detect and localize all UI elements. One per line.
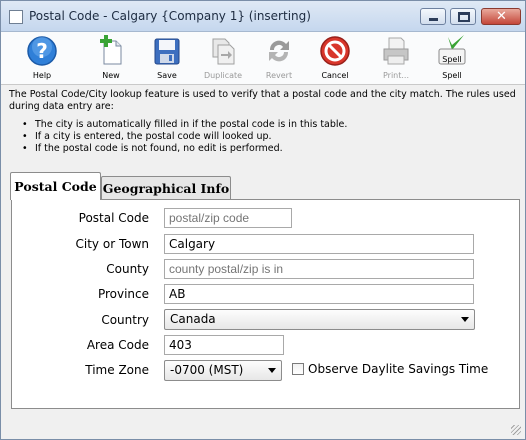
postal-code-panel: Postal Code City or Town Calgary County … [11, 199, 520, 409]
printer-icon [383, 37, 409, 65]
list-item: The city is automatically filled in if t… [9, 119, 521, 131]
tab-postal-code[interactable]: Postal Code [10, 172, 101, 200]
revert-button[interactable]: Revert [249, 35, 309, 83]
save-button[interactable]: Save [137, 35, 197, 83]
resize-grip-icon[interactable] [511, 425, 521, 435]
postal-code-input[interactable] [164, 208, 292, 228]
tab-strip: Postal Code Geographical Info [10, 172, 520, 200]
chevron-down-icon [461, 317, 469, 322]
list-item: If a city is entered, the postal code wi… [9, 131, 521, 143]
minimize-button[interactable] [420, 8, 446, 25]
country-select[interactable]: Canada [164, 309, 475, 330]
info-text: The Postal Code/City lookup feature is u… [9, 89, 521, 155]
duplicate-icon [212, 38, 235, 65]
area-code-label: Area Code [86, 338, 149, 352]
print-button[interactable]: Print... [366, 35, 426, 83]
window-icon [9, 10, 23, 24]
minimize-icon [429, 18, 438, 21]
maximize-icon [458, 12, 470, 22]
revert-label: Revert [265, 71, 293, 80]
help-label: Help [32, 71, 52, 80]
duplicate-label: Duplicate [203, 71, 243, 80]
help-button[interactable]: ? Help [12, 35, 72, 83]
postal-code-window: Postal Code - Calgary {Company 1} (inser… [0, 0, 526, 440]
county-input[interactable] [164, 259, 474, 279]
chevron-down-icon [268, 368, 276, 373]
city-input[interactable]: Calgary [164, 234, 474, 254]
tab-geographical-info[interactable]: Geographical Info [101, 176, 231, 199]
help-icon: ? [27, 36, 57, 66]
info-paragraph: The Postal Code/City lookup feature is u… [9, 89, 516, 112]
new-label: New [102, 71, 120, 80]
maximize-button[interactable] [450, 8, 476, 25]
close-icon: ✕ [496, 9, 507, 24]
cancel-label: Cancel [321, 71, 349, 80]
save-label: Save [157, 71, 177, 80]
title-bar[interactable]: Postal Code - Calgary {Company 1} (inser… [1, 1, 525, 32]
cancel-button[interactable]: Cancel [305, 35, 365, 83]
spell-label: Spell [442, 71, 462, 80]
country-value: Canada [170, 312, 216, 326]
province-input[interactable]: AB [164, 284, 474, 304]
toolbar: ? Help New Save Duplicate Revert Cancel … [1, 32, 525, 85]
time-zone-value: -0700 (MST) [170, 363, 244, 377]
spell-badge-text: Spell [442, 55, 462, 64]
new-document-icon [100, 35, 122, 65]
print-label: Print... [382, 71, 410, 80]
area-code-input[interactable]: 403 [164, 335, 284, 355]
duplicate-button[interactable]: Duplicate [193, 35, 253, 83]
county-label: County [106, 262, 149, 276]
city-label: City or Town [75, 237, 149, 251]
close-button[interactable]: ✕ [481, 8, 521, 25]
rules-list: The city is automatically filled in if t… [9, 119, 521, 155]
daylight-savings-checkbox[interactable] [292, 363, 304, 375]
spell-button[interactable]: Spell Spell [422, 35, 482, 83]
revert-icon [269, 40, 289, 62]
time-zone-select[interactable]: -0700 (MST) [164, 360, 282, 381]
save-disk-icon [154, 38, 180, 65]
country-label: Country [101, 313, 149, 327]
list-item: If the postal code is not found, no edit… [9, 143, 521, 155]
svg-text:?: ? [36, 39, 48, 63]
cancel-icon [320, 36, 350, 66]
province-label: Province [97, 287, 149, 301]
window-title: Postal Code - Calgary {Company 1} (inser… [29, 9, 311, 23]
postal-code-label: Postal Code [78, 211, 149, 225]
daylight-savings-label[interactable]: Observe Daylite Savings Time [308, 362, 488, 376]
time-zone-label: Time Zone [85, 363, 149, 377]
status-bar [1, 415, 525, 439]
new-button[interactable]: New [81, 35, 141, 83]
